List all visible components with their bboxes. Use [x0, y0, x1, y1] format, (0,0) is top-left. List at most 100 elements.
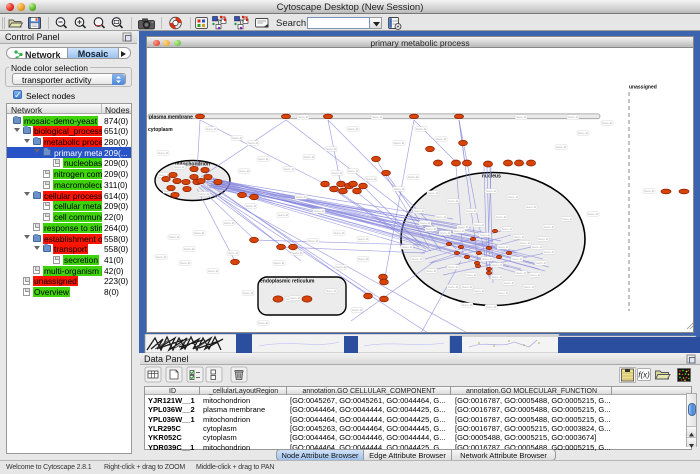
svg-text:Gene-Id: Gene-Id	[466, 209, 477, 213]
svg-text:Gene-Id: Gene-Id	[348, 169, 359, 173]
svg-text:Gene-Id: Gene-Id	[224, 221, 235, 225]
svg-text:Gene-Id: Gene-Id	[420, 221, 431, 225]
svg-text:Gene-Id: Gene-Id	[428, 191, 439, 195]
svg-text:Gene-Id: Gene-Id	[326, 289, 337, 293]
svg-text:Gene-Id: Gene-Id	[544, 225, 555, 229]
svg-text:Gene-Id: Gene-Id	[602, 121, 613, 125]
svg-text:Gene-Id: Gene-Id	[448, 265, 459, 269]
svg-text:Gene-Id: Gene-Id	[448, 285, 459, 289]
svg-text:Gene-Id: Gene-Id	[298, 115, 309, 119]
svg-text:Gene-Id: Gene-Id	[239, 169, 250, 173]
svg-text:Gene-Id: Gene-Id	[526, 205, 537, 209]
svg-text:Gene-Id: Gene-Id	[246, 204, 257, 208]
svg-text:unassigned: unassigned	[629, 85, 657, 91]
svg-text:Gene-Id: Gene-Id	[232, 136, 243, 140]
svg-text:cytoplasm: cytoplasm	[148, 127, 173, 133]
svg-text:Gene-Id: Gene-Id	[544, 250, 555, 254]
svg-text:Gene-Id: Gene-Id	[180, 261, 191, 265]
svg-text:Gene-Id: Gene-Id	[436, 137, 447, 141]
svg-text:Gene-Id: Gene-Id	[562, 217, 573, 221]
svg-text:Gene-Id: Gene-Id	[408, 175, 419, 179]
svg-text:Gene-Id: Gene-Id	[516, 115, 527, 119]
svg-text:endoplasmic reticulum: endoplasmic reticulum	[260, 279, 315, 285]
svg-text:Gene-Id: Gene-Id	[426, 269, 437, 273]
svg-text:Gene-Id: Gene-Id	[366, 177, 377, 181]
svg-text:Gene-Id: Gene-Id	[568, 115, 579, 119]
svg-text:Gene-Id: Gene-Id	[156, 255, 167, 259]
svg-text:Gene-Id: Gene-Id	[498, 245, 509, 249]
svg-text:Gene-Id: Gene-Id	[206, 127, 217, 131]
svg-text:Gene-Id: Gene-Id	[516, 271, 527, 275]
svg-text:Gene-Id: Gene-Id	[412, 257, 423, 261]
svg-text:Gene-Id: Gene-Id	[274, 261, 285, 265]
svg-text:Gene-Id: Gene-Id	[532, 245, 543, 249]
svg-text:Gene-Id: Gene-Id	[348, 127, 359, 131]
svg-text:f(x): f(x)	[638, 371, 650, 380]
svg-text:Gene-Id: Gene-Id	[258, 157, 269, 161]
svg-text:Gene-Id: Gene-Id	[492, 263, 503, 267]
svg-text:Gene-Id: Gene-Id	[512, 257, 523, 261]
svg-text:Gene-Id: Gene-Id	[588, 212, 599, 216]
svg-text:plasma membrane: plasma membrane	[149, 115, 193, 121]
svg-text:Gene-Id: Gene-Id	[158, 151, 169, 155]
svg-text:Gene-Id: Gene-Id	[292, 251, 303, 255]
svg-text:Gene-Id: Gene-Id	[498, 291, 509, 295]
svg-text:Gene-Id: Gene-Id	[243, 291, 254, 295]
svg-text:Gene-Id: Gene-Id	[480, 233, 491, 237]
svg-text:Gene-Id: Gene-Id	[372, 115, 383, 119]
svg-text:Gene-Id: Gene-Id	[296, 195, 307, 199]
svg-text:Gene-Id: Gene-Id	[332, 171, 343, 175]
svg-text:Gene-Id: Gene-Id	[314, 209, 325, 213]
svg-text:Gene-Id: Gene-Id	[466, 273, 477, 277]
svg-text:Gene-Id: Gene-Id	[169, 235, 180, 239]
svg-text:Gene-Id: Gene-Id	[174, 165, 185, 169]
svg-text:Gene-Id: Gene-Id	[486, 305, 497, 309]
svg-text:Gene-Id: Gene-Id	[194, 231, 205, 235]
svg-text:Gene-Id: Gene-Id	[474, 223, 485, 227]
svg-text:Gene-Id: Gene-Id	[578, 131, 589, 135]
svg-text:Gene-Id: Gene-Id	[524, 285, 535, 289]
svg-text:Gene-Id: Gene-Id	[504, 281, 515, 285]
svg-text:Gene-Id: Gene-Id	[278, 213, 289, 217]
svg-text:Gene-Id: Gene-Id	[462, 285, 473, 289]
svg-text:Gene-Id: Gene-Id	[290, 296, 301, 300]
svg-text:Gene-Id: Gene-Id	[184, 247, 195, 251]
svg-text:Gene-Id: Gene-Id	[538, 237, 549, 241]
svg-text:Gene-Id: Gene-Id	[358, 237, 369, 241]
svg-text:Gene-Id: Gene-Id	[199, 192, 210, 196]
svg-text:Gene-Id: Gene-Id	[440, 231, 451, 235]
svg-text:Gene-Id: Gene-Id	[402, 245, 413, 249]
svg-text:Gene-Id: Gene-Id	[334, 231, 345, 235]
svg-text:Gene-Id: Gene-Id	[536, 261, 547, 265]
svg-text:Gene-Id: Gene-Id	[394, 141, 405, 145]
svg-text:Gene-Id: Gene-Id	[486, 189, 497, 193]
svg-text:Gene-Id: Gene-Id	[508, 195, 519, 199]
svg-text:Gene-Id: Gene-Id	[284, 167, 295, 171]
svg-text:Gene-Id: Gene-Id	[530, 273, 541, 277]
svg-text:Gene-Id: Gene-Id	[358, 257, 369, 261]
svg-text:Gene-Id: Gene-Id	[336, 265, 347, 269]
svg-text:Gene-Id: Gene-Id	[304, 155, 315, 159]
svg-text:Gene-Id: Gene-Id	[426, 227, 437, 231]
svg-text:Gene-Id: Gene-Id	[436, 215, 447, 219]
svg-text:Gene-Id: Gene-Id	[496, 215, 507, 219]
svg-text:Gene-Id: Gene-Id	[448, 199, 459, 203]
svg-text:Gene-Id: Gene-Id	[394, 187, 405, 191]
svg-text:Gene-Id: Gene-Id	[462, 303, 473, 307]
svg-text:Gene-Id: Gene-Id	[492, 275, 503, 279]
svg-text:Gene-Id: Gene-Id	[308, 239, 319, 243]
svg-text:Gene-Id: Gene-Id	[474, 289, 485, 293]
svg-text:Gene-Id: Gene-Id	[644, 189, 655, 193]
svg-text:Gene-Id: Gene-Id	[416, 127, 427, 131]
svg-text:Gene-Id: Gene-Id	[326, 147, 337, 151]
svg-text:Gene-Id: Gene-Id	[228, 251, 239, 255]
svg-text:Gene-Id: Gene-Id	[414, 209, 425, 213]
svg-text:Gene-Id: Gene-Id	[258, 321, 269, 325]
svg-text:Gene-Id: Gene-Id	[556, 145, 567, 149]
svg-text:Gene-Id: Gene-Id	[514, 235, 525, 239]
svg-text:Gene-Id: Gene-Id	[352, 308, 363, 312]
svg-text:Gene-Id: Gene-Id	[502, 227, 513, 231]
svg-text:Gene-Id: Gene-Id	[520, 241, 531, 245]
svg-text:nucleus: nucleus	[482, 174, 501, 180]
svg-text:Gene-Id: Gene-Id	[208, 269, 219, 273]
